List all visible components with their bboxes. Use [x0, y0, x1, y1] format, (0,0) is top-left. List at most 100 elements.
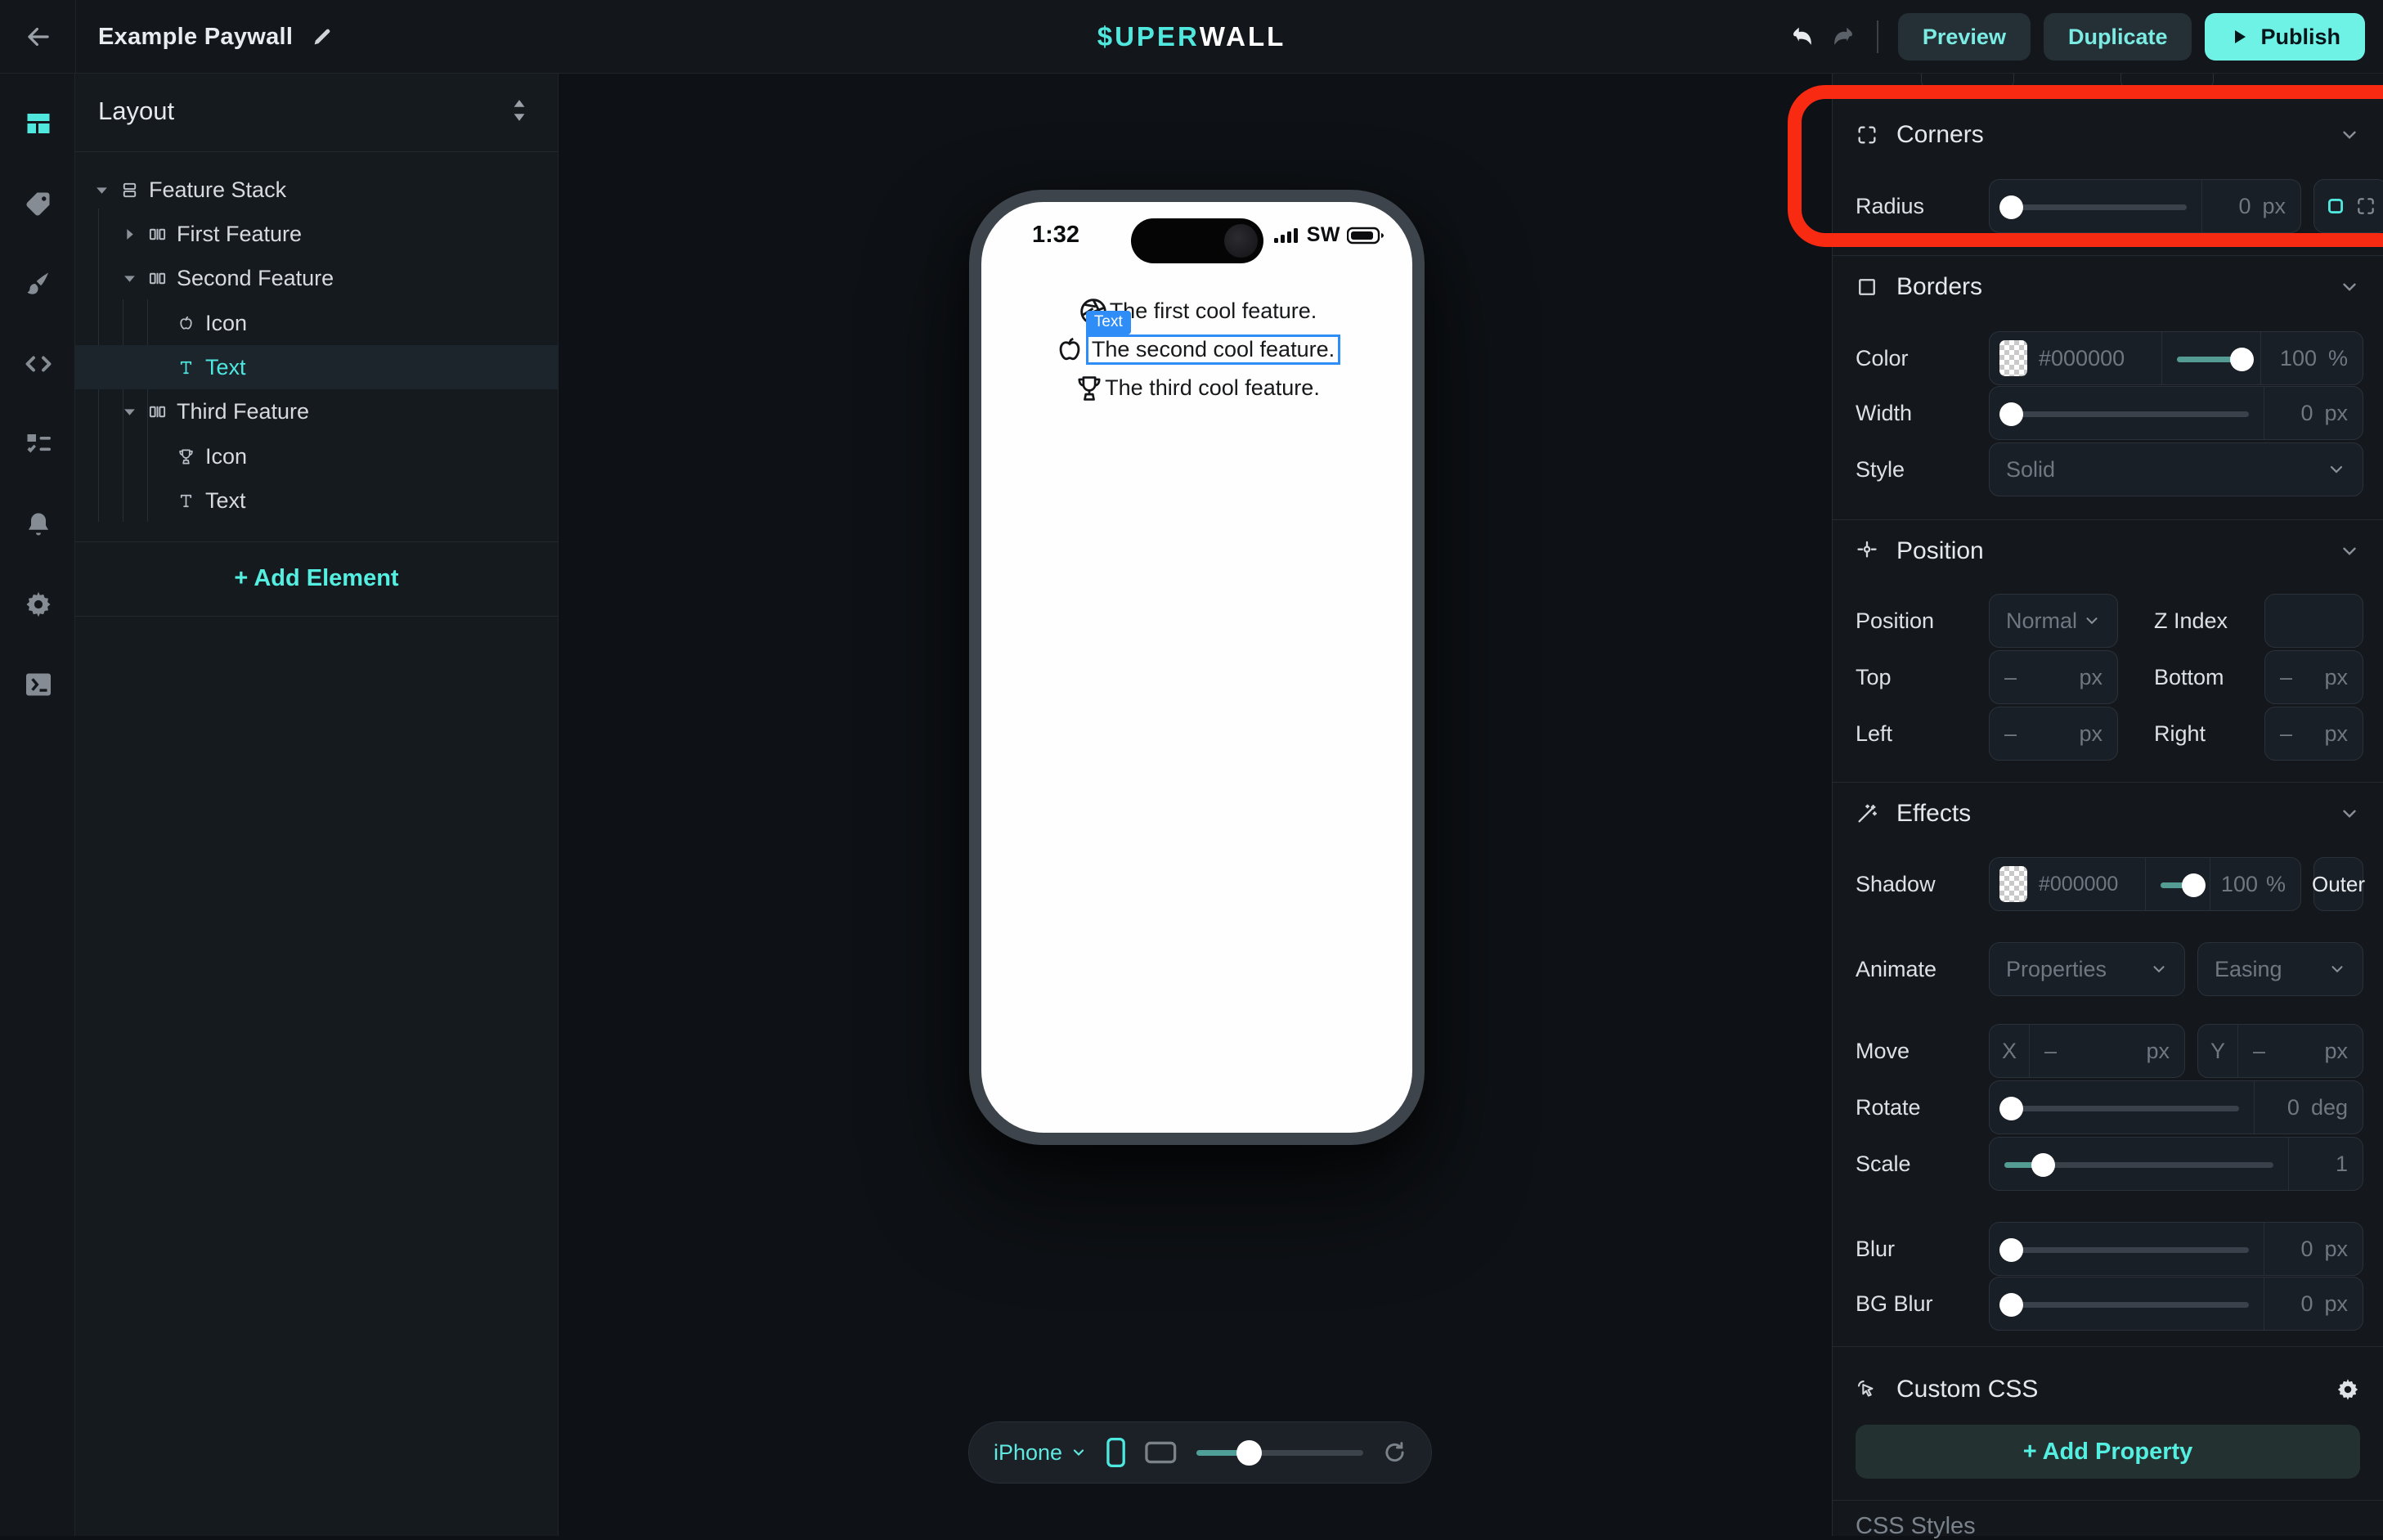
opacity-slider[interactable]	[2162, 332, 2260, 384]
tree-item-third-feature[interactable]: Third Feature	[75, 389, 558, 433]
bg-blur-value[interactable]: 0	[2300, 1291, 2313, 1317]
duplicate-button[interactable]: Duplicate	[2044, 13, 2192, 61]
slider-thumb[interactable]	[1999, 402, 2023, 426]
scale-value[interactable]: 1	[2336, 1152, 2348, 1177]
section-title: Corners	[1896, 121, 1984, 149]
scale-slider[interactable]	[1990, 1138, 2288, 1190]
corners-section-header[interactable]: Corners	[1856, 108, 2363, 162]
code-icon[interactable]	[24, 349, 53, 379]
trophy-icon	[177, 447, 195, 466]
feature-row-2[interactable]: Text The second cool feature.	[1053, 330, 1340, 369]
move-x-input[interactable]: X – px	[1989, 1024, 2185, 1078]
refresh-icon[interactable]	[1383, 1440, 1407, 1465]
slider-thumb[interactable]	[2031, 1153, 2055, 1177]
move-y-input[interactable]: Y – px	[2197, 1024, 2363, 1078]
width-slider[interactable]	[1990, 387, 2264, 439]
effects-section-header[interactable]: Effects	[1856, 787, 2363, 841]
shadow-opacity-value[interactable]: 100	[2221, 872, 2258, 897]
terminal-icon[interactable]	[24, 670, 53, 699]
slider-thumb[interactable]	[2182, 873, 2206, 897]
redo-button[interactable]	[1829, 23, 1857, 51]
caret-down-icon[interactable]	[123, 405, 137, 419]
add-element-button[interactable]: + Add Element	[75, 554, 558, 602]
undo-button[interactable]	[1788, 23, 1816, 51]
caret-down-icon[interactable]	[123, 272, 137, 285]
radius-slider[interactable]	[1990, 180, 2201, 232]
animate-properties-select[interactable]: Properties	[1989, 942, 2185, 996]
radius-label: Radius	[1856, 194, 1924, 219]
slider-thumb[interactable]	[1999, 1097, 2023, 1120]
slider-thumb[interactable]	[1236, 1440, 1262, 1466]
brush-icon[interactable]	[24, 269, 53, 299]
slider-thumb[interactable]	[2230, 348, 2254, 371]
preview-button[interactable]: Preview	[1898, 13, 2031, 61]
edit-pencil-icon[interactable]	[311, 25, 334, 48]
tree-item-text-selected[interactable]: Text	[75, 345, 558, 389]
left-input[interactable]: – px	[1989, 707, 2118, 761]
top-input[interactable]: – px	[1989, 650, 2118, 704]
feature-row-3[interactable]: The third cool feature.	[1074, 369, 1320, 407]
opacity-value[interactable]: 100	[2280, 346, 2317, 371]
position-section-header[interactable]: Position	[1856, 524, 2363, 578]
rotate-value[interactable]: 0	[2287, 1095, 2300, 1120]
color-swatch[interactable]	[1999, 866, 2027, 902]
chevron-down-icon[interactable]	[2339, 541, 2360, 562]
bg-blur-slider[interactable]	[1990, 1277, 2264, 1330]
css-settings-gear-icon[interactable]	[2336, 1377, 2360, 1402]
feature-text[interactable]: The first cool feature.	[1110, 299, 1317, 324]
chevron-down-icon[interactable]	[2339, 276, 2360, 298]
selected-element-outline[interactable]: Text The second cool feature.	[1086, 334, 1340, 365]
shadow-hex-value[interactable]: #000000	[2039, 873, 2145, 896]
slider-thumb[interactable]	[1999, 1293, 2023, 1317]
back-button[interactable]	[23, 21, 54, 52]
color-swatch[interactable]	[1999, 340, 2027, 376]
caret-right-icon[interactable]	[123, 227, 137, 241]
color-hex-value[interactable]: #000000	[2039, 346, 2161, 371]
add-property-button[interactable]: + Add Property	[1856, 1425, 2360, 1479]
device-select[interactable]: iPhone	[994, 1440, 1087, 1466]
per-corner-radius-button[interactable]	[2351, 187, 2381, 225]
portrait-orientation-icon[interactable]	[1106, 1437, 1125, 1468]
chevron-down-icon[interactable]	[2339, 124, 2360, 146]
tree-item-feature-stack[interactable]: Feature Stack	[75, 168, 558, 212]
tree-item-icon[interactable]: Icon	[75, 434, 558, 478]
shadow-outer-button[interactable]: Outer	[2313, 857, 2363, 911]
blur-value[interactable]: 0	[2300, 1237, 2313, 1262]
radius-value[interactable]: 0	[2238, 194, 2251, 219]
bell-icon[interactable]	[24, 510, 53, 539]
width-value[interactable]: 0	[2300, 401, 2313, 426]
gear-icon[interactable]	[24, 590, 53, 619]
feature-text[interactable]: The third cool feature.	[1105, 375, 1320, 401]
zindex-input[interactable]	[2264, 594, 2363, 648]
tree-item-second-feature[interactable]: Second Feature	[75, 256, 558, 300]
position-mode-select[interactable]: Normal	[1989, 594, 2118, 648]
paywall-preview-screen[interactable]: 1:32 SW The first cool feature. Text The…	[981, 202, 1412, 1133]
sort-icon[interactable]	[509, 98, 530, 123]
tree-item-icon[interactable]: Icon	[75, 301, 558, 345]
borders-section-header[interactable]: Borders	[1856, 260, 2363, 314]
tree-item-first-feature[interactable]: First Feature	[75, 212, 558, 256]
caret-down-icon[interactable]	[95, 183, 109, 197]
tag-icon[interactable]	[24, 189, 53, 218]
corners-icon	[1856, 123, 1878, 146]
uniform-radius-button[interactable]	[2321, 187, 2351, 225]
rotate-slider[interactable]	[1990, 1081, 2254, 1134]
feature-text[interactable]: The second cool feature.	[1092, 337, 1335, 361]
shadow-opacity-slider[interactable]	[2146, 858, 2210, 910]
custom-css-section-header[interactable]: Custom CSS	[1856, 1363, 2363, 1417]
slider-thumb[interactable]	[1999, 195, 2023, 219]
animate-easing-select[interactable]: Easing	[2197, 942, 2363, 996]
layout-panel-icon[interactable]	[24, 109, 53, 138]
canvas-zoom-slider[interactable]	[1196, 1439, 1363, 1466]
bottom-input[interactable]: – px	[2264, 650, 2363, 704]
landscape-orientation-icon[interactable]	[1145, 1441, 1177, 1464]
tree-item-text[interactable]: Text	[75, 478, 558, 523]
slider-thumb[interactable]	[1999, 1238, 2023, 1262]
chevron-down-icon[interactable]	[2339, 803, 2360, 824]
publish-button[interactable]: Publish	[2205, 13, 2365, 61]
blur-slider[interactable]	[1990, 1223, 2264, 1275]
right-input[interactable]: – px	[2264, 707, 2363, 761]
border-style-select[interactable]: Solid	[1989, 442, 2363, 496]
position-value: Normal	[2006, 608, 2077, 634]
checklist-icon[interactable]	[24, 429, 53, 459]
